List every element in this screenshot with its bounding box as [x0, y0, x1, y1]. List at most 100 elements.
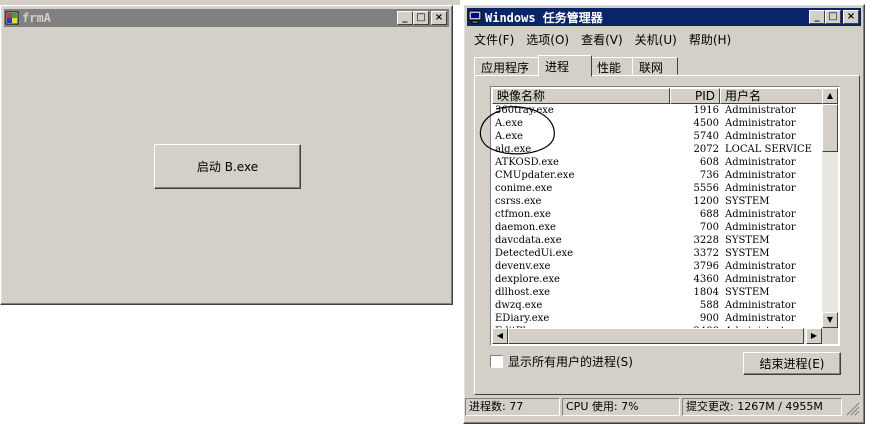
table-row[interactable]: DetectedUi.exe 3372 SYSTEM — [495, 247, 825, 260]
minimize-icon: _ — [814, 11, 820, 22]
process-user-cell: Administrator — [725, 300, 796, 311]
column-image-name[interactable]: 映像名称 — [492, 88, 670, 104]
process-pid-cell: 3228 — [693, 235, 719, 246]
menu-bar: 文件(F) 选项(O) 查看(V) 关机(U) 帮助(H) — [468, 29, 737, 49]
close-icon: × — [434, 12, 444, 23]
vertical-scrollbar[interactable]: ▲ ▼ — [822, 88, 838, 328]
process-user-cell: Administrator — [725, 222, 796, 233]
tm-close-button[interactable]: × — [843, 10, 859, 24]
arrow-down-icon: ▼ — [826, 315, 834, 324]
tm-minimize-button[interactable]: _ — [809, 10, 825, 24]
table-row[interactable]: davcdata.exe 3228 SYSTEM — [495, 234, 825, 247]
frma-window: frmA _ □ × 启动 B.exe — [0, 5, 453, 305]
process-pid-cell: 608 — [699, 157, 719, 168]
process-user-cell: SYSTEM — [725, 235, 770, 246]
maximize-button[interactable]: □ — [413, 11, 429, 25]
process-name-cell: davcdata.exe — [495, 235, 562, 246]
close-button[interactable]: × — [431, 11, 447, 25]
minimize-button[interactable]: _ — [397, 11, 413, 25]
process-user-cell: Administrator — [725, 157, 796, 168]
process-pid-cell: 4360 — [693, 274, 719, 285]
process-pid-cell: 4500 — [693, 118, 719, 129]
process-pid-cell: 3796 — [693, 261, 719, 272]
process-user-cell: Administrator — [725, 261, 796, 272]
process-user-cell: SYSTEM — [725, 196, 770, 207]
process-user-cell: Administrator — [725, 131, 796, 142]
tab-networking[interactable]: 联网 — [632, 57, 678, 75]
scroll-up-button[interactable]: ▲ — [822, 88, 838, 104]
table-row[interactable]: CMUpdater.exe 736 Administrator — [495, 169, 825, 182]
table-row[interactable]: csrss.exe 1200 SYSTEM — [495, 195, 825, 208]
menu-help[interactable]: 帮助(H) — [683, 29, 737, 49]
minimize-icon: _ — [402, 12, 408, 23]
table-row[interactable]: devenv.exe 3796 Administrator — [495, 260, 825, 273]
process-name-cell: dexplore.exe — [495, 274, 560, 285]
process-user-cell: Administrator — [725, 105, 796, 116]
status-cpu-usage: CPU 使用: 7% — [562, 398, 680, 416]
table-row[interactable]: dwzq.exe 588 Administrator — [495, 299, 825, 312]
process-user-cell: Administrator — [725, 183, 796, 194]
menu-view[interactable]: 查看(V) — [575, 29, 629, 49]
column-user-name[interactable]: 用户名 — [720, 88, 824, 104]
process-pid-cell: 736 — [699, 170, 719, 181]
scroll-down-button[interactable]: ▼ — [822, 312, 838, 328]
process-pid-cell: 5740 — [693, 131, 719, 142]
scroll-thumb[interactable] — [822, 104, 838, 152]
maximize-icon: □ — [416, 12, 426, 23]
process-user-cell: LOCAL SERVICE — [725, 144, 812, 155]
horizontal-scrollbar[interactable]: ◀ ▶ — [492, 328, 822, 344]
frma-titlebar[interactable]: frmA _ □ × — [4, 9, 449, 27]
table-row[interactable]: ctfmon.exe 688 Administrator — [495, 208, 825, 221]
process-name-cell: devenv.exe — [495, 261, 551, 272]
table-row[interactable]: conime.exe 5556 Administrator — [495, 182, 825, 195]
table-row[interactable]: dllhost.exe 1804 SYSTEM — [495, 286, 825, 299]
tab-applications[interactable]: 应用程序 — [474, 57, 540, 75]
process-name-cell: DetectedUi.exe — [495, 248, 574, 259]
end-process-button[interactable]: 结束进程(E) — [743, 352, 841, 375]
frma-title: frmA — [22, 11, 51, 25]
process-name-cell: ctfmon.exe — [495, 209, 551, 220]
tab-performance[interactable]: 性能 — [590, 57, 634, 75]
menu-shutdown[interactable]: 关机(U) — [629, 29, 683, 49]
table-row[interactable]: EDiary.exe 900 Administrator — [495, 312, 825, 325]
column-pid[interactable]: PID — [670, 88, 720, 104]
status-bar: 进程数: 77 CPU 使用: 7% 提交更改: 1267M / 4955M — [465, 398, 844, 416]
process-pid-cell: 1916 — [693, 105, 719, 116]
process-pid-cell: 2072 — [693, 144, 719, 155]
process-pid-cell: 3372 — [693, 248, 719, 259]
tm-maximize-button[interactable]: □ — [825, 10, 841, 24]
show-all-users-checkbox[interactable] — [490, 355, 503, 368]
process-name-cell: CMUpdater.exe — [495, 170, 575, 181]
process-pid-cell: 1804 — [693, 287, 719, 298]
scroll-left-button[interactable]: ◀ — [492, 328, 508, 344]
process-pid-cell: 900 — [699, 313, 719, 324]
hscroll-thumb[interactable] — [508, 328, 804, 344]
menu-options[interactable]: 选项(O) — [520, 29, 575, 49]
maximize-icon: □ — [828, 11, 838, 22]
tab-processes[interactable]: 进程 — [538, 55, 592, 77]
process-name-cell: conime.exe — [495, 183, 553, 194]
table-row[interactable]: dexplore.exe 4360 Administrator — [495, 273, 825, 286]
scroll-right-button[interactable]: ▶ — [806, 328, 822, 344]
process-pid-cell: 1200 — [693, 196, 719, 207]
scrollbar-corner — [822, 328, 838, 344]
task-manager-titlebar[interactable]: Windows 任务管理器 _ □ × — [467, 8, 861, 26]
computer-icon — [468, 10, 482, 24]
process-name-cell: dllhost.exe — [495, 287, 551, 298]
launch-b-label: 启动 B.exe — [196, 160, 259, 174]
process-name-cell: csrss.exe — [495, 196, 542, 207]
arrow-left-icon: ◀ — [496, 331, 504, 340]
launch-b-button[interactable]: 启动 B.exe — [154, 144, 301, 189]
process-user-cell: SYSTEM — [725, 248, 770, 259]
process-pid-cell: 5556 — [693, 183, 719, 194]
table-row[interactable]: daemon.exe 700 Administrator — [495, 221, 825, 234]
resize-grip-icon[interactable] — [846, 402, 860, 416]
list-header: 映像名称 PID 用户名 — [492, 88, 838, 104]
status-commit-charge: 提交更改: 1267M / 4955M — [682, 398, 842, 416]
menu-file[interactable]: 文件(F) — [468, 29, 520, 49]
arrow-up-icon: ▲ — [826, 91, 834, 100]
process-name-cell: EDiary.exe — [495, 313, 550, 324]
show-all-users-label[interactable]: 显示所有用户的进程(S) — [508, 353, 633, 370]
close-icon: × — [846, 11, 856, 22]
process-user-cell: Administrator — [725, 170, 796, 181]
